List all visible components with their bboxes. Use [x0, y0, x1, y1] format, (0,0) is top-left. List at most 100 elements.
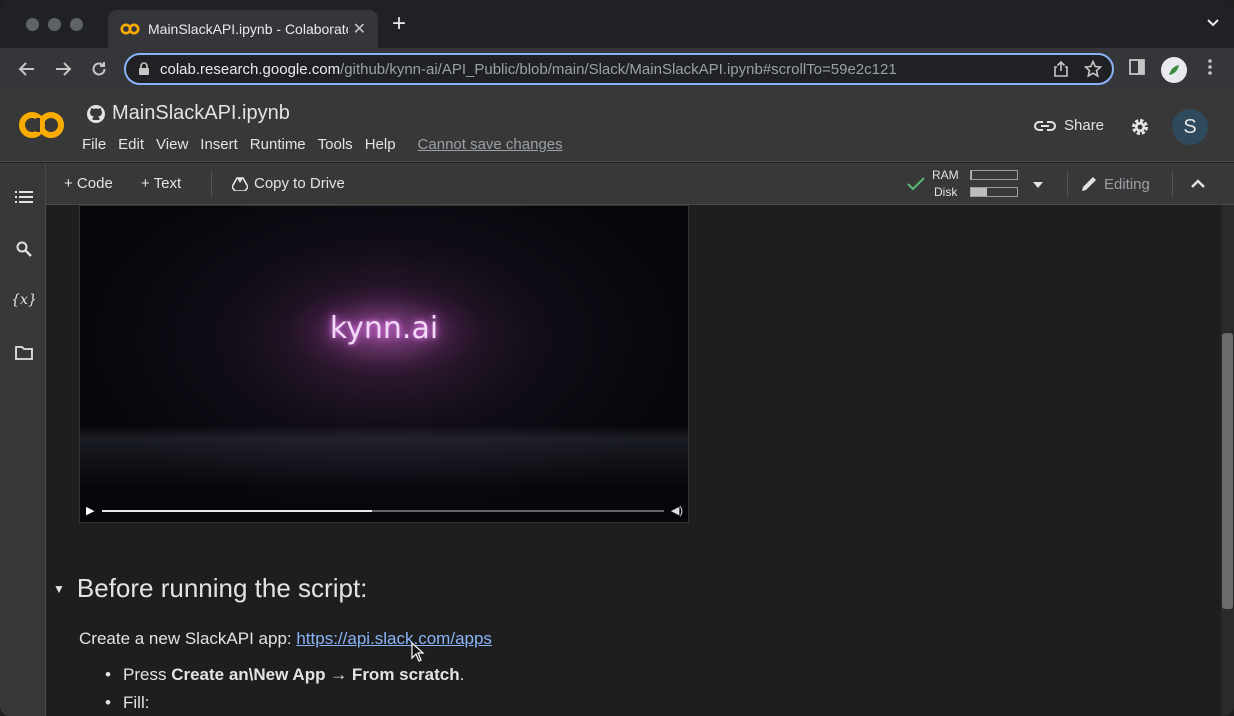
collapse-chevron-up-icon[interactable] — [1190, 177, 1206, 189]
colab-favicon-icon — [120, 23, 140, 35]
list-item: Press Create an\New App → From scratch. — [105, 665, 464, 685]
mouse-cursor-icon — [411, 642, 425, 662]
menu-file[interactable]: File — [82, 136, 112, 153]
ram-label: RAM — [932, 168, 959, 182]
url-path: /github/kynn-ai/API_Public/blob/main/Sla… — [340, 60, 897, 78]
search-icon[interactable] — [14, 239, 34, 259]
bullet-text: Fill: — [123, 693, 150, 712]
github-icon — [87, 104, 105, 123]
notebook-content: kynn.ai ▶ ◀) ▼ Before running the script… — [47, 205, 1221, 716]
ram-bar — [970, 170, 1018, 180]
tab-close-icon[interactable]: ✕ — [353, 19, 366, 39]
menu-help[interactable]: Help — [365, 136, 402, 153]
cannot-save-link[interactable]: Cannot save changes — [418, 136, 569, 153]
back-arrow-icon — [18, 62, 34, 76]
video-brand-text: kynn.ai — [329, 311, 439, 346]
left-sidebar: {x} — [0, 163, 46, 716]
section-title: Before running the script: — [76, 573, 368, 603]
intro-text: Create a new SlackAPI app: — [79, 629, 297, 648]
volume-icon[interactable]: ◀) — [671, 504, 683, 517]
forward-arrow-icon — [56, 62, 72, 76]
tab-search-chevron-icon[interactable] — [1206, 18, 1220, 28]
menu-tools[interactable]: Tools — [318, 136, 359, 153]
toolbar-divider — [211, 171, 212, 197]
video-player[interactable]: kynn.ai ▶ ◀) — [79, 205, 689, 523]
menu-bar: File Edit View Insert Runtime Tools Help… — [82, 136, 575, 153]
toolbar-divider — [1172, 171, 1173, 197]
browser-window: MainSlackAPI.ipynb - Colaboratory ✕ + co… — [0, 0, 1234, 716]
scrollbar-thumb[interactable] — [1222, 333, 1233, 609]
notebook-title-text: MainSlackAPI.ipynb — [112, 102, 290, 124]
section-heading: ▼ Before running the script: — [53, 573, 367, 604]
copy-to-drive-label: Copy to Drive — [254, 175, 345, 192]
omnibox-actions — [1052, 60, 1102, 78]
back-button[interactable] — [16, 58, 38, 80]
menu-runtime[interactable]: Runtime — [250, 136, 312, 153]
colab-header: MainSlackAPI.ipynb File Edit View Insert… — [0, 90, 1234, 162]
reload-button[interactable] — [88, 58, 110, 80]
list-item: Fill: — [105, 693, 464, 713]
scrollbar[interactable] — [1221, 205, 1234, 716]
disk-bar-fill — [971, 188, 988, 196]
notebook-title[interactable]: MainSlackAPI.ipynb — [86, 102, 290, 125]
forward-button[interactable] — [52, 58, 74, 80]
menu-view[interactable]: View — [156, 136, 194, 153]
editing-label: Editing — [1104, 175, 1150, 193]
window-close-button[interactable] — [26, 18, 39, 31]
menu-edit[interactable]: Edit — [118, 136, 150, 153]
side-panel-icon[interactable] — [1128, 58, 1146, 76]
connected-check-icon — [907, 177, 925, 191]
intro-paragraph: Create a new SlackAPI app: https://api.s… — [79, 629, 492, 649]
disk-label: Disk — [934, 185, 958, 199]
variables-icon[interactable]: {x} — [11, 290, 37, 310]
colab-logo-icon — [19, 112, 64, 138]
video-seek-bar[interactable] — [102, 510, 664, 512]
tab-title: MainSlackAPI.ipynb - Colaboratory — [148, 21, 348, 37]
share-button[interactable]: Share — [1034, 117, 1104, 134]
bullet-bold-text: Create an\New App → From scratch — [171, 665, 460, 684]
play-icon[interactable]: ▶ — [86, 504, 94, 517]
resources-dropdown-icon[interactable] — [1032, 181, 1044, 189]
share-label: Share — [1064, 117, 1105, 134]
video-seek-progress — [102, 510, 372, 512]
add-code-cell-button[interactable]: + Code — [64, 175, 113, 192]
bullet-text: Press — [123, 665, 172, 684]
profile-leaf-icon — [1169, 65, 1179, 75]
lock-icon[interactable] — [138, 62, 150, 76]
disk-bar — [970, 187, 1018, 197]
window-maximize-button[interactable] — [70, 18, 83, 31]
colab-logo[interactable] — [18, 108, 66, 150]
share-page-icon[interactable] — [1052, 60, 1070, 78]
user-avatar[interactable]: S — [1172, 109, 1208, 145]
instruction-list: Press Create an\New App → From scratch. … — [105, 665, 464, 716]
ram-bar-fill — [971, 171, 973, 179]
browser-tab-active[interactable]: MainSlackAPI.ipynb - Colaboratory ✕ — [108, 10, 378, 48]
drive-icon — [232, 176, 248, 191]
browser-menu-icon[interactable] — [1206, 58, 1214, 76]
video-floor — [80, 426, 688, 486]
menu-insert[interactable]: Insert — [200, 136, 244, 153]
window-minimize-button[interactable] — [48, 18, 61, 31]
reload-icon — [92, 62, 106, 76]
url-host: colab.research.google.com — [160, 60, 341, 78]
pencil-icon — [1082, 177, 1096, 191]
browser-profile-avatar[interactable] — [1161, 57, 1187, 83]
copy-to-drive-button[interactable]: Copy to Drive — [232, 175, 345, 192]
address-bar[interactable]: colab.research.google.com/github/kynn-ai… — [124, 53, 1114, 85]
add-text-cell-button[interactable]: + Text — [141, 175, 181, 192]
bullet-text-end: . — [459, 665, 465, 684]
toolbar-divider — [1067, 171, 1068, 197]
new-tab-button[interactable]: + — [392, 12, 406, 36]
tab-strip: MainSlackAPI.ipynb - Colaboratory ✕ + — [0, 0, 1234, 48]
editing-mode-button[interactable]: Editing — [1080, 175, 1150, 193]
slack-apps-link[interactable]: https://api.slack.com/apps — [296, 629, 492, 648]
settings-gear-icon[interactable] — [1129, 116, 1151, 138]
link-icon — [1034, 120, 1056, 131]
table-of-contents-icon[interactable] — [14, 187, 34, 207]
browser-toolbar: colab.research.google.com/github/kynn-ai… — [0, 48, 1234, 90]
collapse-section-caret-icon[interactable]: ▼ — [53, 582, 65, 596]
bookmark-star-icon[interactable] — [1084, 60, 1102, 78]
video-controls: ▶ ◀) — [80, 500, 688, 522]
files-folder-icon[interactable] — [14, 343, 34, 363]
cell-toolbar: + Code + Text Copy to Drive RAM Disk Edi… — [0, 163, 1234, 205]
